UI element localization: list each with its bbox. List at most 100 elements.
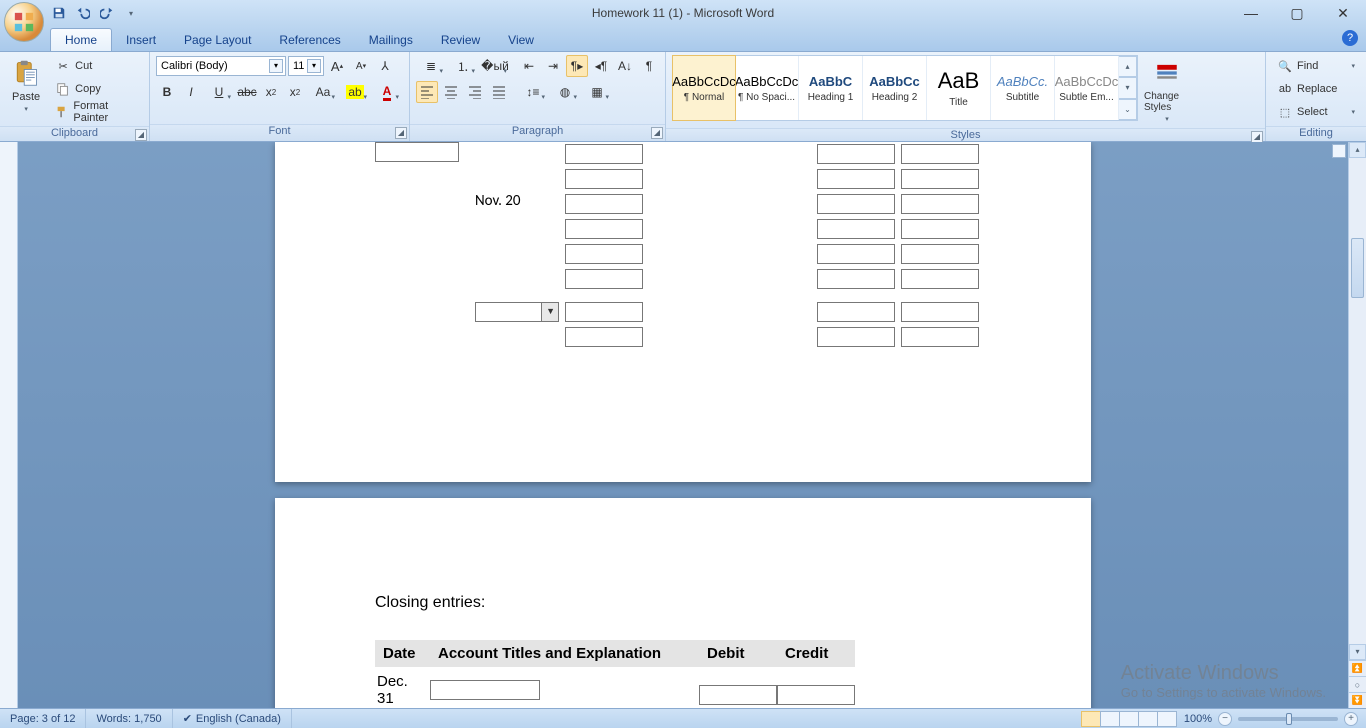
style-heading2[interactable]: AaBbCcHeading 2	[863, 56, 927, 120]
rtl-button[interactable]: ◂¶	[590, 55, 612, 77]
undo-icon[interactable]	[76, 6, 90, 20]
save-icon[interactable]	[52, 6, 66, 20]
strikethrough-button[interactable]: abc	[236, 81, 258, 103]
underline-button[interactable]: U	[204, 81, 234, 103]
table-cell[interactable]	[817, 244, 895, 264]
table-cell[interactable]	[565, 327, 643, 347]
print-layout-view[interactable]	[1081, 711, 1101, 727]
clear-formatting-button[interactable]: ⅄	[374, 55, 396, 77]
table-cell[interactable]	[901, 144, 979, 164]
table-cell[interactable]	[817, 169, 895, 189]
style-heading1[interactable]: AaBbCHeading 1	[799, 56, 863, 120]
help-icon[interactable]: ?	[1342, 30, 1358, 46]
paragraph-launcher[interactable]: ◢	[651, 127, 663, 139]
borders-button[interactable]: ▦	[582, 81, 612, 103]
decrease-indent-button[interactable]: ⇤	[518, 55, 540, 77]
superscript-button[interactable]: x2	[284, 81, 306, 103]
styles-gallery[interactable]: AaBbCcDc¶ Normal AaBbCcDc¶ No Spaci... A…	[672, 55, 1138, 121]
table-cell[interactable]	[565, 194, 643, 214]
web-layout-view[interactable]	[1119, 711, 1139, 727]
status-page[interactable]: Page: 3 of 12	[0, 709, 86, 728]
change-case-button[interactable]: Aa	[308, 81, 338, 103]
table-cell[interactable]	[565, 302, 643, 322]
line-spacing-button[interactable]: ↕≡	[518, 81, 548, 103]
table-cell[interactable]	[565, 144, 643, 164]
italic-button[interactable]: I	[180, 81, 202, 103]
maximize-button[interactable]: ▢	[1274, 0, 1320, 26]
font-color-button[interactable]: A	[372, 81, 402, 103]
tab-mailings[interactable]: Mailings	[355, 29, 427, 51]
style-subtle-em[interactable]: AaBbCcDcSubtle Em...	[1055, 56, 1119, 120]
zoom-knob[interactable]	[1286, 713, 1292, 725]
table-cell[interactable]	[565, 244, 643, 264]
select-button[interactable]: ⬚Select▾	[1272, 101, 1360, 123]
cut-button[interactable]: ✂Cut	[50, 55, 143, 77]
table-cell[interactable]	[901, 169, 979, 189]
qat-customize-icon[interactable]: ▾	[124, 6, 138, 20]
align-right-button[interactable]	[464, 81, 486, 103]
table-cell[interactable]	[565, 169, 643, 189]
highlight-button[interactable]: ab	[340, 81, 370, 103]
date-dropdown[interactable]	[475, 302, 559, 322]
ltr-button[interactable]: ¶▸	[566, 55, 588, 77]
table-cell[interactable]	[901, 302, 979, 322]
table-cell[interactable]	[817, 327, 895, 347]
table-cell[interactable]	[817, 219, 895, 239]
find-button[interactable]: 🔍Find▾	[1272, 55, 1360, 77]
align-left-button[interactable]	[416, 81, 438, 103]
zoom-slider[interactable]	[1238, 717, 1338, 721]
tab-insert[interactable]: Insert	[112, 29, 170, 51]
copy-button[interactable]: Copy	[50, 78, 143, 100]
full-screen-view[interactable]	[1100, 711, 1120, 727]
table-cell[interactable]	[901, 219, 979, 239]
credit-cell[interactable]	[777, 685, 855, 705]
tab-home[interactable]: Home	[50, 28, 112, 51]
account-cell[interactable]	[430, 680, 540, 700]
minimize-button[interactable]: —	[1228, 0, 1274, 26]
multilevel-button[interactable]: �ый	[480, 55, 510, 77]
font-size-combo[interactable]: 11▾	[288, 56, 324, 76]
change-styles-button[interactable]: Change Styles▾	[1142, 55, 1192, 125]
shading-button[interactable]: ◍	[550, 81, 580, 103]
prev-page-button[interactable]: ⏫	[1349, 660, 1366, 676]
outline-view[interactable]	[1138, 711, 1158, 727]
tab-review[interactable]: Review	[427, 29, 494, 51]
vertical-scrollbar[interactable]: ▴ ▾ ⏫ ○ ⏬	[1348, 142, 1366, 708]
bullets-button[interactable]: ≣	[416, 55, 446, 77]
debit-cell[interactable]	[699, 685, 777, 705]
table-cell[interactable]	[817, 269, 895, 289]
zoom-in-button[interactable]: +	[1344, 712, 1358, 726]
font-launcher[interactable]: ◢	[395, 127, 407, 139]
table-cell[interactable]	[817, 144, 895, 164]
table-cell[interactable]	[565, 219, 643, 239]
style-title[interactable]: AaBTitle	[927, 56, 991, 120]
grow-font-button[interactable]: A▴	[326, 55, 348, 77]
table-cell[interactable]	[901, 244, 979, 264]
browse-object-button[interactable]: ○	[1349, 676, 1366, 692]
status-words[interactable]: Words: 1,750	[86, 709, 172, 728]
sort-button[interactable]: A↓	[614, 55, 636, 77]
next-page-button[interactable]: ⏬	[1349, 692, 1366, 708]
align-center-button[interactable]	[440, 81, 462, 103]
shrink-font-button[interactable]: A▾	[350, 55, 372, 77]
close-button[interactable]: ✕	[1320, 0, 1366, 26]
table-cell[interactable]	[817, 302, 895, 322]
table-cell[interactable]	[901, 327, 979, 347]
style-subtitle[interactable]: AaBbCc.Subtitle	[991, 56, 1055, 120]
zoom-level[interactable]: 100%	[1184, 713, 1212, 725]
style-normal[interactable]: AaBbCcDc¶ Normal	[672, 55, 736, 121]
zoom-out-button[interactable]: −	[1218, 712, 1232, 726]
paste-button[interactable]: Paste ▾	[6, 55, 46, 115]
draft-view[interactable]	[1157, 711, 1177, 727]
subscript-button[interactable]: x2	[260, 81, 282, 103]
bold-button[interactable]: B	[156, 81, 178, 103]
scroll-down-button[interactable]: ▾	[1349, 644, 1366, 660]
office-button[interactable]	[4, 2, 44, 42]
table-cell[interactable]	[817, 194, 895, 214]
justify-button[interactable]	[488, 81, 510, 103]
scroll-thumb[interactable]	[1351, 238, 1364, 298]
show-marks-button[interactable]: ¶	[638, 55, 660, 77]
format-painter-button[interactable]: Format Painter	[50, 101, 143, 123]
table-cell[interactable]	[901, 194, 979, 214]
tab-view[interactable]: View	[494, 29, 548, 51]
